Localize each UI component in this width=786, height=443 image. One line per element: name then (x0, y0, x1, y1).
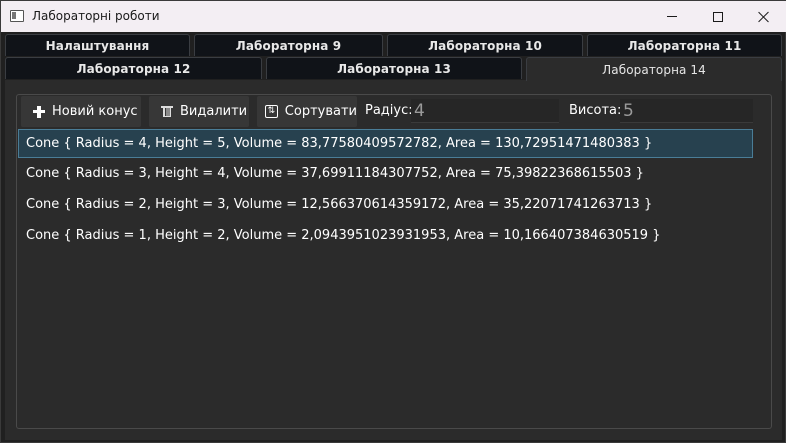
radius-input[interactable]: 4 (411, 99, 559, 123)
minimize-button[interactable] (649, 1, 695, 32)
close-button[interactable] (741, 1, 786, 32)
list-item[interactable]: Cone { Radius = 4, Height = 5, Volume = … (18, 129, 753, 158)
list-item[interactable]: Cone { Radius = 3, Height = 4, Volume = … (18, 159, 753, 188)
radius-label: Радіус: (365, 103, 413, 118)
tab-lab-13[interactable]: Лабораторна 13 (266, 57, 522, 79)
tab-settings[interactable]: Налаштування (5, 34, 190, 56)
title-bar[interactable]: Лабораторні роботи (1, 1, 786, 32)
sort-icon: ⇅ (265, 105, 278, 118)
window-title: Лабораторні роботи (32, 9, 160, 23)
list-item[interactable]: Cone { Radius = 2, Height = 3, Volume = … (18, 190, 753, 219)
delete-label: Видалити (180, 104, 248, 119)
height-label: Висота: (569, 103, 622, 118)
minimize-icon (667, 16, 677, 17)
maximize-icon (713, 11, 723, 22)
plus-icon (33, 105, 45, 118)
tab-lab-11[interactable]: Лабораторна 11 (587, 34, 782, 56)
new-cone-button[interactable]: Новий конус (21, 96, 141, 127)
maximize-button[interactable] (695, 1, 741, 32)
height-input[interactable]: 5 (620, 99, 753, 123)
close-icon (758, 11, 770, 23)
sort-button[interactable]: ⇅ Сортувати (257, 96, 357, 127)
trash-icon (161, 105, 173, 118)
tab-lab-9[interactable]: Лабораторна 9 (194, 34, 383, 56)
tab-lab-12[interactable]: Лабораторна 12 (5, 57, 262, 79)
tab-lab-10[interactable]: Лабораторна 10 (387, 34, 583, 56)
new-cone-label: Новий конус (52, 104, 138, 119)
app-window: Лабораторні роботи Налаштування Лаборато… (0, 0, 786, 443)
sort-label: Сортувати (284, 104, 357, 119)
list-item[interactable]: Cone { Radius = 1, Height = 2, Volume = … (18, 221, 753, 250)
delete-button[interactable]: Видалити (149, 96, 249, 127)
tab-lab-14[interactable]: Лабораторна 14 (526, 57, 782, 81)
app-icon (10, 10, 24, 22)
